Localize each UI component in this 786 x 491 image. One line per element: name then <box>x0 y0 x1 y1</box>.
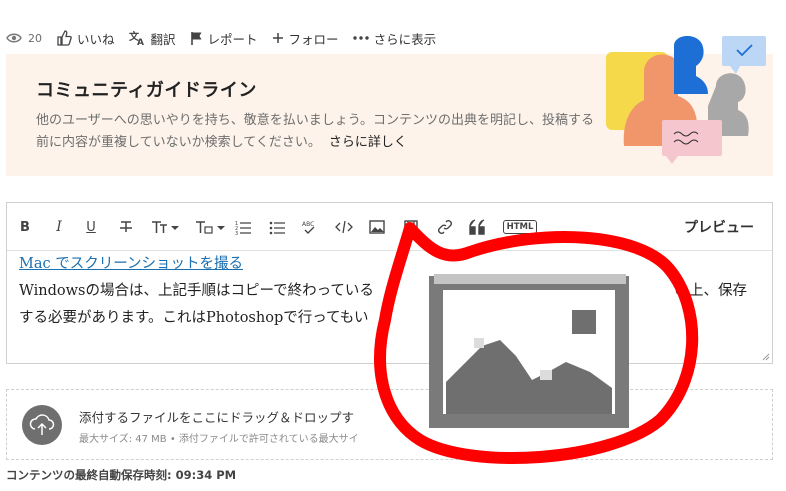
report-label: レポート <box>207 31 258 47</box>
html-source-label: HTML <box>502 220 538 234</box>
like-button[interactable]: いいね <box>56 29 115 48</box>
translate-button[interactable]: 文A 翻訳 <box>129 29 176 48</box>
learn-more-link[interactable]: さらに詳しく <box>329 135 407 150</box>
text-size-icon <box>152 221 179 233</box>
translate-icon: 文A <box>129 30 144 46</box>
image-icon <box>369 220 385 234</box>
insert-link-button[interactable] <box>437 216 453 238</box>
font-size-dropdown[interactable] <box>151 216 181 238</box>
ellipsis-icon <box>352 36 369 40</box>
follow-button[interactable]: フォロー <box>272 29 339 48</box>
film-icon <box>404 220 418 234</box>
people-chat-illustration <box>606 36 766 164</box>
svg-text:ABC: ABC <box>302 221 314 228</box>
resize-grip-icon[interactable] <box>760 351 770 361</box>
view-count: 20 <box>6 32 42 45</box>
screenshot-link[interactable]: Mac でスクリーンショットを撮る <box>19 256 243 272</box>
numbered-list-button[interactable]: 123 <box>235 216 251 238</box>
quote-icon <box>469 219 485 235</box>
editor-line-1: Windowsの場合は、上記手順はコピーで終わっている <box>19 283 374 299</box>
more-label: さらに表示 <box>373 31 437 47</box>
insert-image-button[interactable] <box>369 216 385 238</box>
plus-icon <box>272 33 283 43</box>
bullet-list-icon <box>269 221 285 235</box>
numbered-list-icon: 123 <box>235 221 251 235</box>
banner-text: 他のユーザーへの思いやりを持ち、敬意を払いましょう。コンテンツの出典を明記し、投… <box>36 110 606 154</box>
link-icon <box>438 220 452 234</box>
eye-icon <box>6 33 22 43</box>
strikethrough-icon <box>120 221 132 232</box>
svg-text:A: A <box>137 38 144 46</box>
bullet-list-button[interactable] <box>269 216 285 238</box>
spellcheck-icon: ABC <box>302 221 315 234</box>
report-button[interactable]: レポート <box>190 29 258 48</box>
view-count-value: 20 <box>28 31 42 45</box>
code-icon <box>335 220 353 234</box>
clear-format-dropdown[interactable] <box>195 216 227 238</box>
follow-label: フォロー <box>288 31 339 47</box>
more-button[interactable]: さらに表示 <box>352 29 437 48</box>
upload-icon[interactable] <box>22 405 62 445</box>
strikethrough-button[interactable] <box>117 216 135 238</box>
insert-video-button[interactable] <box>403 216 419 238</box>
underline-button[interactable]: U <box>83 216 99 238</box>
thumbs-up-icon <box>57 30 72 46</box>
svg-text:3: 3 <box>235 231 238 235</box>
html-source-button[interactable]: HTML <box>502 216 538 238</box>
upload-title: 添付するファイルをここにドラッグ＆ドロップす <box>79 410 355 425</box>
translate-label: 翻訳 <box>150 31 176 47</box>
post-actions-bar: 20 いいね 文A 翻訳 レポート フォロー さらに表示 <box>6 26 450 50</box>
upload-subtitle: 最大サイズ: 47 MB • 添付ファイルで許可されている最大サイ <box>79 434 359 445</box>
spellcheck-button[interactable]: ABC <box>301 216 319 238</box>
autosave-status: コンテンツの最終自動保存時刻: 09:34 PM <box>6 468 237 482</box>
text-format-icon <box>196 221 225 234</box>
editor-line-2: する必要があります。これはPhotoshopで行ってもい <box>19 310 369 326</box>
like-label: いいね <box>77 31 115 47</box>
flag-icon <box>190 31 202 45</box>
rich-text-editor[interactable]: B I U 123 ABC HTML プレビュー Mac でスクリーンショットを… <box>6 202 773 364</box>
bold-button[interactable]: B <box>17 216 33 238</box>
editor-line-1-tail: の上、保存 <box>674 283 748 299</box>
editor-content[interactable]: Mac でスクリーンショットを撮る Windowsの場合は、上記手順はコピーで終… <box>19 251 759 332</box>
editor-toolbar: B I U 123 ABC HTML プレビュー <box>7 203 772 251</box>
preview-button[interactable]: プレビュー <box>684 217 754 237</box>
attachment-drop-zone[interactable]: 添付するファイルをここにドラッグ＆ドロップす 最大サイズ: 47 MB • 添付… <box>6 389 773 460</box>
community-guidelines-banner: コミュニティガイドライン 他のユーザーへの思いやりを持ち、敬意を払いましょう。コ… <box>6 36 773 176</box>
code-button[interactable] <box>335 216 353 238</box>
blockquote-button[interactable] <box>469 216 487 238</box>
banner-title: コミュニティガイドライン <box>36 80 257 101</box>
banner-body: 他のユーザーへの思いやりを持ち、敬意を払いましょう。コンテンツの出典を明記し、投… <box>36 113 594 150</box>
italic-button[interactable]: I <box>51 216 67 238</box>
